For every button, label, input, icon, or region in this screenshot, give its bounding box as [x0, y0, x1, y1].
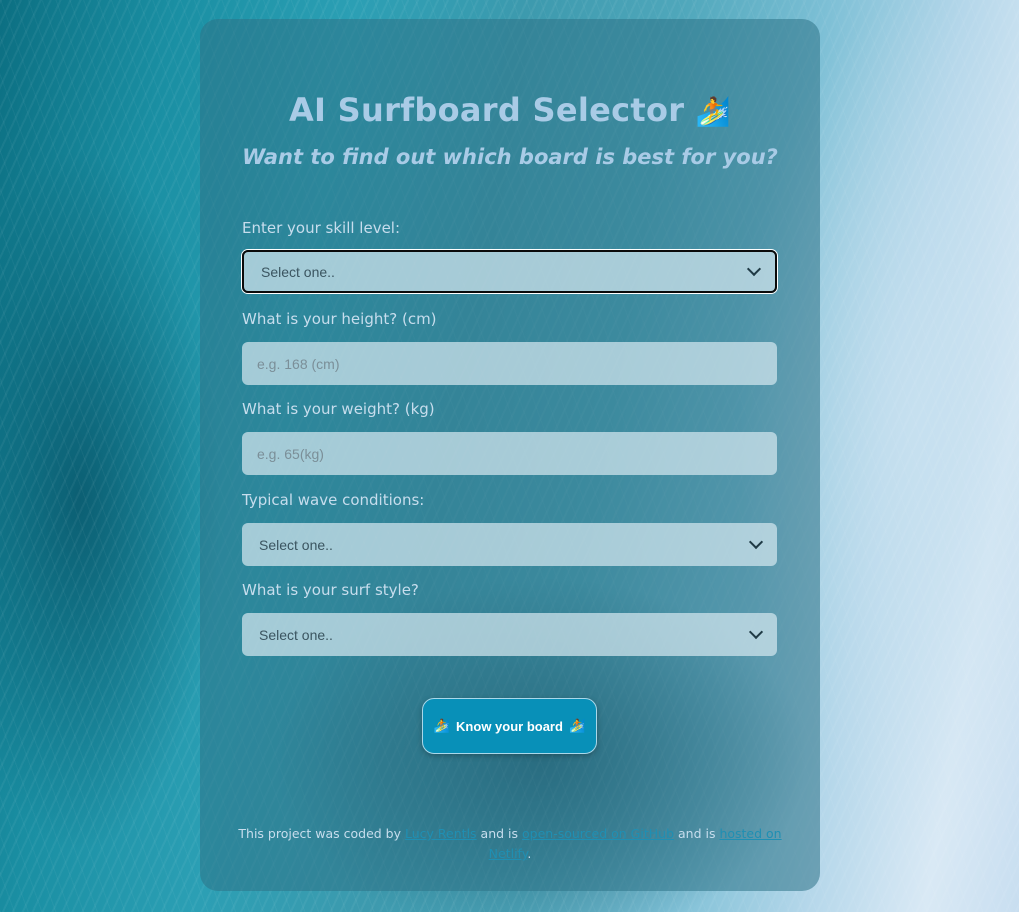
skill-level-select[interactable]: Select one.. — [242, 250, 777, 293]
skill-level-selected-value: Select one.. — [261, 263, 335, 280]
know-your-board-label: Know your board — [456, 718, 563, 734]
footer-text: This project was coded by — [238, 826, 402, 841]
weight-input[interactable]: e.g. 65(kg) — [242, 432, 777, 475]
weight-label: What is your weight? (kg) — [242, 400, 435, 418]
author-link[interactable]: Lucy Rentls — [405, 826, 477, 841]
footer-text: and is — [480, 826, 519, 841]
page-subtitle: Want to find out which board is best for… — [242, 145, 778, 169]
skill-level-label: Enter your skill level: — [242, 219, 401, 237]
surf-style-label: What is your surf style? — [242, 581, 419, 599]
chevron-down-icon — [746, 261, 762, 277]
selector-card: AI Surfboard Selector 🏄 Want to find out… — [200, 19, 820, 891]
page-title-text: AI Surfboard Selector — [288, 91, 685, 129]
page-title: AI Surfboard Selector 🏄 — [200, 91, 820, 129]
surf-style-selected-value: Select one.. — [259, 626, 333, 643]
footer-text: . — [527, 846, 532, 861]
wave-conditions-selected-value: Select one.. — [259, 536, 333, 553]
wave-conditions-label: Typical wave conditions: — [242, 491, 425, 509]
know-your-board-button[interactable]: 🏄 Know your board 🏄 — [422, 698, 597, 754]
height-label: What is your height? (cm) — [242, 310, 437, 328]
weight-input-placeholder: e.g. 65(kg) — [257, 445, 324, 462]
surfer-icon: 🏄 — [433, 718, 451, 733]
github-link[interactable]: open-sourced on GitHub — [522, 826, 674, 841]
surfer-icon: 🏄 — [695, 95, 732, 128]
surfer-icon: 🏄 — [568, 718, 586, 733]
footer-text: and is — [677, 826, 716, 841]
footer-credits: This project was coded by Lucy Rentls an… — [230, 824, 790, 864]
height-input[interactable]: e.g. 168 (cm) — [242, 342, 777, 385]
chevron-down-icon — [748, 624, 764, 640]
height-input-placeholder: e.g. 168 (cm) — [257, 355, 340, 372]
wave-conditions-select[interactable]: Select one.. — [242, 523, 777, 566]
chevron-down-icon — [748, 534, 764, 550]
surf-style-select[interactable]: Select one.. — [242, 613, 777, 656]
